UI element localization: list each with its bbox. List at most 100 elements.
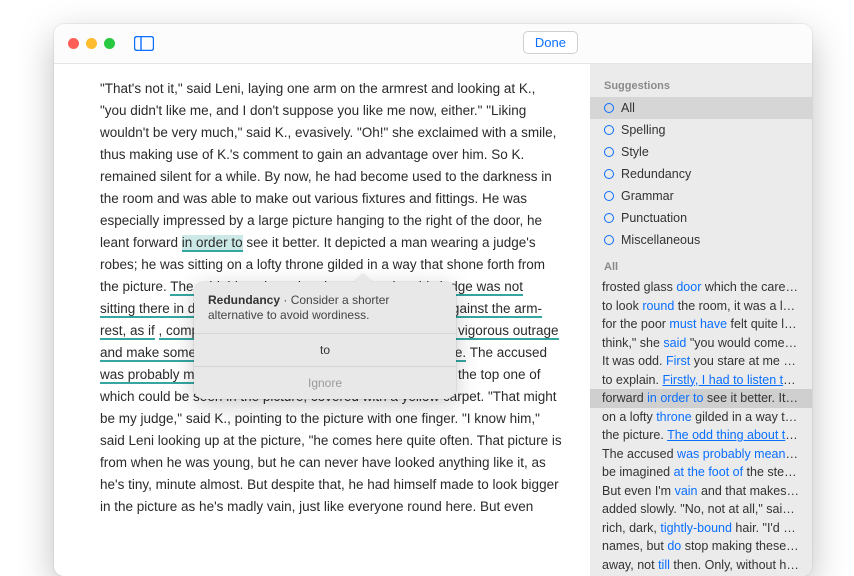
list-item-keyword: said <box>663 336 686 350</box>
suggestion-list: frosted glass door which the carer…to lo… <box>590 278 812 576</box>
suggestions-heading: Suggestions <box>590 70 812 97</box>
list-item-keyword: tightly-bound <box>660 521 732 535</box>
list-item-pre: But even I'm <box>602 484 675 498</box>
app-window: Done "That's not it," said Leni, laying … <box>54 24 812 576</box>
suggestion-list-item[interactable]: rich, dark, tightly-bound hair. "I'd b… <box>590 519 812 538</box>
list-item-keyword: in order to <box>647 391 703 405</box>
list-item-pre: forward <box>602 391 647 405</box>
suggestion-list-item[interactable]: frosted glass door which the carer… <box>590 278 812 297</box>
list-item-pre: away, not <box>602 558 658 572</box>
highlighted-phrase[interactable]: in order to <box>182 235 243 252</box>
list-item-keyword: round <box>642 299 674 313</box>
list-item-post: the room, it was a lar… <box>674 299 806 313</box>
filter-misc[interactable]: Miscellaneous <box>590 229 812 251</box>
list-item-pre: frosted glass <box>602 280 676 294</box>
list-item-post: you stare at me as… <box>690 354 809 368</box>
list-item-post: then. Only, without hel… <box>670 558 809 572</box>
list-item-keyword: at the foot of <box>674 465 744 479</box>
popover-suggestion-button[interactable]: to <box>194 333 456 366</box>
filter-label: Redundancy <box>621 165 691 183</box>
list-item-pre: think," she <box>602 336 663 350</box>
list-item-pre: rich, dark, <box>602 521 660 535</box>
sidebar-icon <box>134 36 154 51</box>
filter-all[interactable]: All <box>590 97 812 119</box>
list-item-keyword: The odd thing about th… <box>667 428 805 442</box>
filter-label: All <box>621 99 635 117</box>
radio-icon <box>604 169 614 179</box>
list-item-post: stop making these m… <box>681 539 812 553</box>
list-item-pre: to explain. <box>602 373 662 387</box>
suggestion-list-item[interactable]: be imagined at the foot of the steps… <box>590 463 812 482</box>
filter-label: Style <box>621 143 649 161</box>
list-item-pre: be imagined <box>602 465 674 479</box>
suggestion-list-item[interactable]: forward in order to see it better. It d… <box>590 389 812 408</box>
radio-icon <box>604 103 614 113</box>
list-item-pre: It was odd. <box>602 354 666 368</box>
list-item-post: felt quite los… <box>727 317 810 331</box>
list-item-keyword: door <box>676 280 701 294</box>
filter-style[interactable]: Style <box>590 141 812 163</box>
popover-ignore-button[interactable]: Ignore <box>194 366 456 399</box>
list-heading: All <box>590 251 812 278</box>
panel-content: Suggestions All Spelling Style Redundanc… <box>590 64 812 576</box>
radio-icon <box>604 147 614 157</box>
suggestion-list-item[interactable]: names, but do stop making these m… <box>590 537 812 556</box>
suggestion-list-item[interactable]: But even I'm vain and that makes m… <box>590 482 812 501</box>
list-item-post: "you would come o… <box>686 336 807 350</box>
suggestion-list-item[interactable]: for the poor must have felt quite los… <box>590 315 812 334</box>
list-item-pre: the picture. <box>602 428 667 442</box>
list-item-pre: The accused <box>602 447 677 461</box>
popover-header: Redundancy · Consider a shorter alternat… <box>194 282 456 333</box>
suggestion-list-item[interactable]: added slowly. "No, not at all," said… <box>590 500 812 519</box>
radio-icon <box>604 235 614 245</box>
close-window-button[interactable] <box>68 38 79 49</box>
done-button[interactable]: Done <box>523 31 578 54</box>
list-item-pre: added slowly. "No, not at all," said… <box>602 502 802 516</box>
list-item-post: hair. "I'd b… <box>732 521 803 535</box>
filter-redundancy[interactable]: Redundancy <box>590 163 812 185</box>
editor-text: "That's not it," said Leni, laying one a… <box>100 81 556 250</box>
list-item-pre: on a lofty <box>602 410 656 424</box>
list-item-keyword: till <box>658 558 670 572</box>
list-item-pre: for the poor <box>602 317 669 331</box>
suggestion-list-item[interactable]: the picture. The odd thing about th… <box>590 426 812 445</box>
window-controls <box>68 38 115 49</box>
zoom-window-button[interactable] <box>104 38 115 49</box>
list-item-keyword: Firstly, I had to listen to… <box>662 373 802 387</box>
filter-spelling[interactable]: Spelling <box>590 119 812 141</box>
list-item-pre: to look <box>602 299 642 313</box>
suggestion-list-item[interactable]: on a lofty throne gilded in a way tha… <box>590 408 812 427</box>
list-item-post: which the carer… <box>701 280 802 294</box>
list-item-keyword: must have <box>669 317 727 331</box>
editor-text <box>155 323 159 338</box>
list-item-keyword: throne <box>656 410 691 424</box>
filter-grammar[interactable]: Grammar <box>590 185 812 207</box>
suggestion-list-item[interactable]: think," she said "you would come o… <box>590 334 812 353</box>
list-item-post: gilded in a way tha… <box>692 410 812 424</box>
radio-icon <box>604 191 614 201</box>
suggestion-list-item[interactable]: to explain. Firstly, I had to listen to… <box>590 371 812 390</box>
list-item-post: and that makes m… <box>698 484 813 498</box>
suggestion-list-item[interactable]: to look round the room, it was a lar… <box>590 297 812 316</box>
radio-icon <box>604 213 614 223</box>
radio-icon <box>604 125 614 135</box>
filter-label: Punctuation <box>621 209 687 227</box>
list-item-pre: names, but <box>602 539 667 553</box>
sidebar-toggle-button[interactable] <box>133 35 155 53</box>
filter-punctuation[interactable]: Punctuation <box>590 207 812 229</box>
filter-label: Spelling <box>621 121 665 139</box>
suggestion-list-item[interactable]: The accused was probably meant t… <box>590 445 812 464</box>
suggestion-list-item[interactable]: It was odd. First you stare at me as… <box>590 352 812 371</box>
suggestion-popover: Redundancy · Consider a shorter alternat… <box>194 282 456 399</box>
suggestion-list-item[interactable]: away, not till then. Only, without hel… <box>590 556 812 575</box>
filter-label: Miscellaneous <box>621 231 700 249</box>
list-item-post: the steps… <box>743 465 810 479</box>
titlebar: Done <box>54 24 812 64</box>
list-item-keyword: do <box>667 539 681 553</box>
filter-label: Grammar <box>621 187 674 205</box>
list-item-keyword: vain <box>675 484 698 498</box>
minimize-window-button[interactable] <box>86 38 97 49</box>
editor-text: The accused <box>466 345 547 360</box>
list-item-keyword: was probably meant <box>677 447 798 461</box>
popover-category: Redundancy <box>208 293 280 307</box>
